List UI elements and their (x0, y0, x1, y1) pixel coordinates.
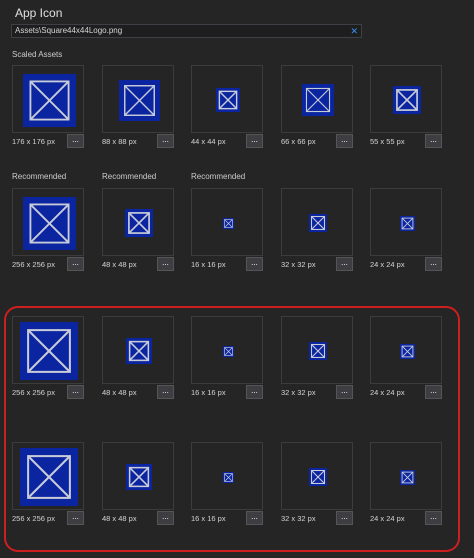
asset-tile[interactable]: 55 x 55 px... (370, 65, 442, 149)
asset-preview (191, 188, 263, 256)
asset-preview (191, 65, 263, 133)
asset-tile[interactable]: 44 x 44 px... (191, 65, 263, 149)
asset-placeholder-icon (23, 74, 76, 127)
asset-size-label: 66 x 66 px (281, 137, 316, 146)
browse-button[interactable]: ... (67, 134, 84, 148)
recommended-label: Recommended (102, 172, 157, 181)
browse-button[interactable]: ... (425, 134, 442, 148)
asset-tile[interactable]: 32 x 32 px... (281, 188, 353, 272)
asset-preview (370, 188, 442, 256)
asset-size-label: 44 x 44 px (191, 137, 226, 146)
asset-preview (281, 65, 353, 133)
asset-placeholder-icon (216, 88, 240, 112)
asset-placeholder-icon (125, 209, 153, 237)
scaled-assets-label: Scaled Assets (12, 50, 63, 59)
asset-preview (12, 188, 84, 256)
browse-button[interactable]: ... (336, 134, 353, 148)
asset-tile[interactable]: 16 x 16 px... (191, 188, 263, 272)
asset-placeholder-icon (400, 216, 415, 231)
highlight-outline (4, 306, 460, 552)
asset-placeholder-icon (309, 214, 327, 232)
asset-path-field[interactable]: Assets\Square44x44Logo.png ✕ (11, 24, 362, 38)
asset-placeholder-icon (302, 84, 334, 116)
asset-placeholder-icon (119, 80, 160, 121)
asset-tile[interactable]: 24 x 24 px... (370, 188, 442, 272)
recommended-label: Recommended (12, 172, 67, 181)
asset-preview (102, 65, 174, 133)
asset-size-label: 32 x 32 px (281, 260, 316, 269)
asset-size-label: 256 x 256 px (12, 260, 55, 269)
asset-size-label: 88 x 88 px (102, 137, 137, 146)
asset-preview (370, 65, 442, 133)
asset-size-label: 16 x 16 px (191, 260, 226, 269)
clear-path-icon[interactable]: ✕ (350, 25, 358, 37)
browse-button[interactable]: ... (67, 257, 84, 271)
browse-button[interactable]: ... (157, 134, 174, 148)
asset-size-label: 176 x 176 px (12, 137, 55, 146)
asset-preview (102, 188, 174, 256)
asset-size-label: 55 x 55 px (370, 137, 405, 146)
browse-button[interactable]: ... (425, 257, 442, 271)
asset-tile[interactable]: 256 x 256 px... (12, 188, 84, 272)
asset-path-value[interactable]: Assets\Square44x44Logo.png (15, 25, 122, 37)
browse-button[interactable]: ... (246, 257, 263, 271)
asset-size-label: 24 x 24 px (370, 260, 405, 269)
asset-tile[interactable]: 88 x 88 px... (102, 65, 174, 149)
asset-tile[interactable]: 48 x 48 px... (102, 188, 174, 272)
browse-button[interactable]: ... (246, 134, 263, 148)
browse-button[interactable]: ... (336, 257, 353, 271)
app-icon-title: App Icon (15, 6, 63, 20)
recommended-label: Recommended (191, 172, 246, 181)
asset-placeholder-icon (23, 197, 76, 250)
asset-tile[interactable]: 66 x 66 px... (281, 65, 353, 149)
asset-preview (12, 65, 84, 133)
asset-tile[interactable]: 176 x 176 px... (12, 65, 84, 149)
asset-size-label: 48 x 48 px (102, 260, 137, 269)
asset-preview (281, 188, 353, 256)
asset-placeholder-icon (223, 218, 234, 229)
browse-button[interactable]: ... (157, 257, 174, 271)
asset-placeholder-icon (393, 86, 421, 114)
